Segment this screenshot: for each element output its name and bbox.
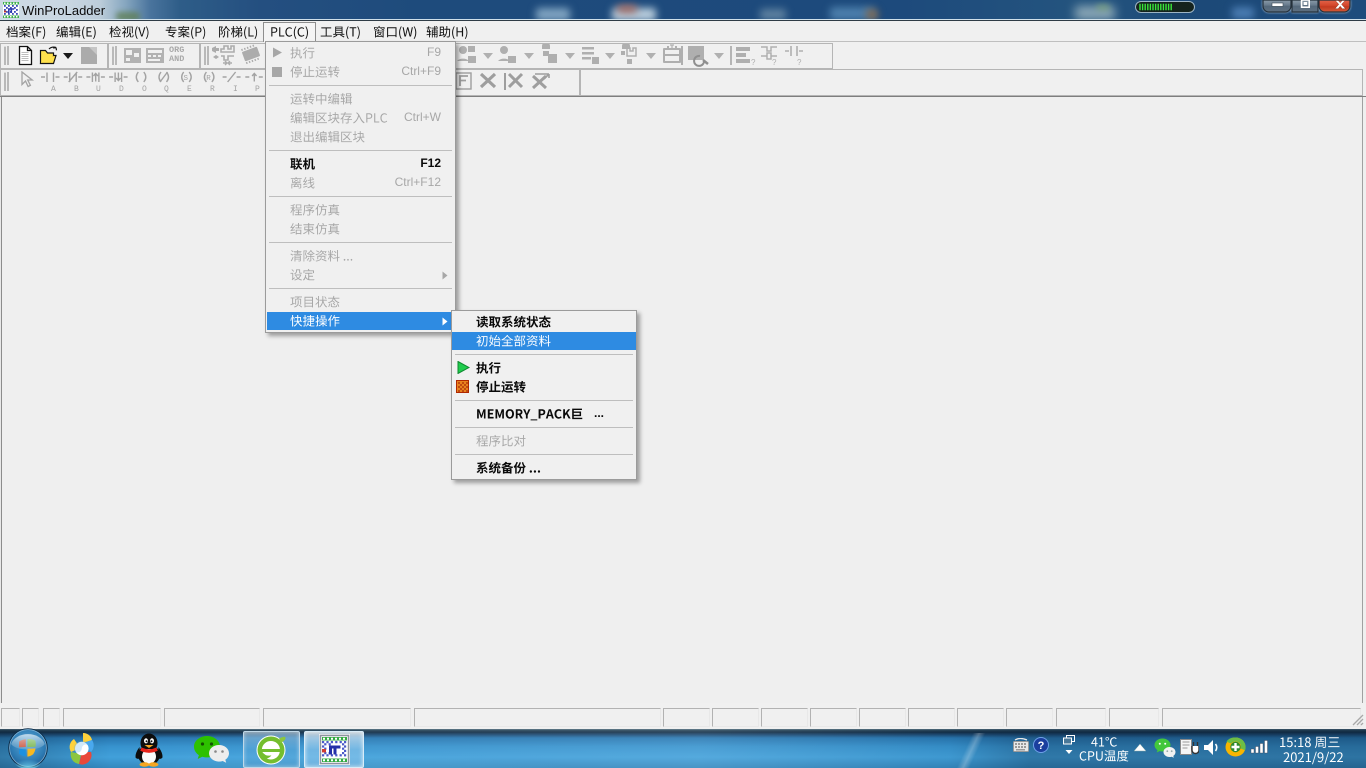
svg-text:?: ? xyxy=(797,58,802,67)
svg-text:?: ? xyxy=(751,58,756,67)
svg-text:?: ? xyxy=(772,58,777,67)
svg-text:?: ? xyxy=(1038,740,1045,752)
svg-text:R: R xyxy=(206,75,211,83)
svg-text:S: S xyxy=(184,75,189,83)
